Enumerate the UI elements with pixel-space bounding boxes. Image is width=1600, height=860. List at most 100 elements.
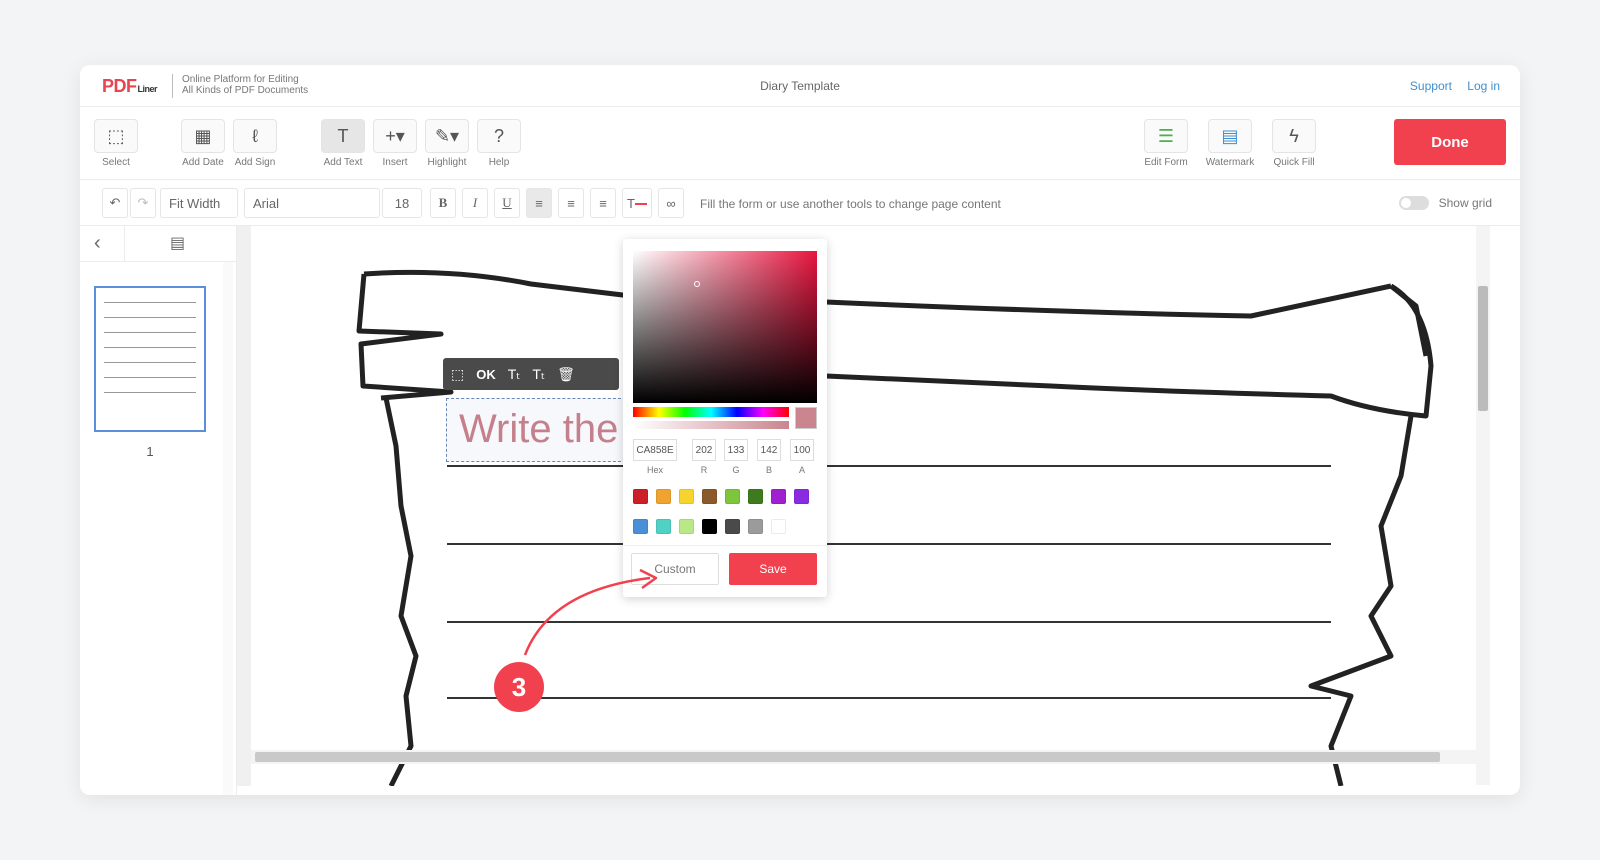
login-link[interactable]: Log in: [1467, 79, 1500, 93]
thumbnail-preview: [104, 302, 196, 407]
color-swatch[interactable]: [748, 519, 763, 534]
color-swatch[interactable]: [794, 489, 809, 504]
plus-dropdown-icon: +▾: [385, 125, 405, 146]
support-link[interactable]: Support: [1410, 79, 1452, 93]
undo-button[interactable]: ↶: [102, 188, 128, 218]
canvas-vertical-scrollbar[interactable]: [1476, 226, 1490, 785]
page-thumbnail[interactable]: [94, 286, 206, 432]
question-icon: ?: [493, 125, 504, 146]
thumbnail-scrollbar[interactable]: [223, 262, 233, 795]
r-input[interactable]: 202: [692, 439, 716, 461]
g-label: G: [732, 465, 740, 475]
hint-text: Fill the form or use another tools to ch…: [700, 197, 1001, 211]
text-field-content[interactable]: Write the t: [459, 407, 625, 452]
align-right-button[interactable]: ≡: [590, 188, 616, 218]
text-color-button[interactable]: T: [622, 188, 652, 218]
text-field[interactable]: Write the t: [446, 398, 626, 462]
watermark-tool[interactable]: ▤ Watermark: [1204, 119, 1256, 168]
color-swatch[interactable]: [702, 519, 717, 534]
header: PDFLiner Online Platform for Editing All…: [80, 65, 1520, 107]
b-label: B: [765, 465, 772, 475]
trash-icon[interactable]: 🗑: [557, 366, 575, 383]
b-input[interactable]: 142: [757, 439, 781, 461]
align-center-icon: ≡: [567, 195, 575, 211]
add-sign-tool[interactable]: ℓ Add Sign: [229, 119, 281, 168]
link-button[interactable]: ∞: [658, 188, 684, 218]
custom-button[interactable]: Custom: [631, 553, 719, 585]
signature-icon: ℓ: [252, 125, 258, 146]
highlighter-icon: ✎▾: [434, 125, 460, 146]
font-size-decrease-icon[interactable]: Tₜ: [532, 366, 545, 383]
add-text-tool[interactable]: T Add Text: [317, 119, 369, 168]
underline-button[interactable]: U: [494, 188, 520, 218]
font-select[interactable]: Arial: [244, 188, 380, 218]
font-size-increase-icon[interactable]: Tₜ: [508, 366, 521, 383]
chevron-left-icon[interactable]: ‹: [94, 232, 101, 255]
document-canvas[interactable]: [237, 226, 1477, 786]
color-swatch[interactable]: [679, 489, 694, 504]
color-swatch[interactable]: [656, 489, 671, 504]
zoom-select[interactable]: Fit Width: [160, 188, 238, 218]
watermark-icon: ▤: [1221, 125, 1239, 146]
scroll-thumb[interactable]: [255, 752, 1440, 762]
select-tool[interactable]: ⬚ Select: [90, 119, 142, 168]
page-number: 1: [146, 444, 154, 459]
cursor-icon: ⬚: [107, 125, 125, 146]
picker-divider: [623, 545, 827, 546]
app-window: PDFLiner Online Platform for Editing All…: [80, 65, 1520, 795]
highlight-tool[interactable]: ✎▾ Highlight: [421, 119, 473, 168]
page-thumbnails-panel: ‹ ▤ 1: [80, 226, 237, 795]
quick-fill-tool[interactable]: ϟ Quick Fill: [1268, 119, 1320, 168]
color-swatch[interactable]: [633, 489, 648, 504]
alpha-slider[interactable]: [633, 421, 789, 429]
color-swatch[interactable]: [725, 489, 740, 504]
main-toolbar: ⬚ Select ▦ Add Date ℓ Add Sign T Add Tex…: [80, 107, 1520, 180]
diary-page-drawing: [356, 269, 1434, 786]
done-button[interactable]: Done: [1394, 119, 1506, 165]
font-size-select[interactable]: 18: [382, 188, 422, 218]
scroll-thumb[interactable]: [1478, 286, 1488, 411]
color-picker-popup: CA858E Hex 202 R 133 G 142 B 100 A Custo…: [623, 239, 827, 597]
italic-button[interactable]: I: [462, 188, 488, 218]
help-tool[interactable]: ? Help: [473, 119, 525, 168]
save-button[interactable]: Save: [729, 553, 817, 585]
edit-form-tool[interactable]: ☰ Edit Form: [1140, 119, 1192, 168]
calendar-icon: ▦: [194, 125, 212, 146]
bold-button[interactable]: B: [430, 188, 456, 218]
hex-input[interactable]: CA858E: [633, 439, 677, 461]
add-date-tool[interactable]: ▦ Add Date: [177, 119, 229, 168]
panel-divider: [124, 226, 125, 262]
hue-slider[interactable]: [633, 407, 789, 417]
step-badge: 3: [494, 662, 544, 712]
redo-icon: ↷: [137, 195, 149, 210]
align-left-button[interactable]: ≡: [526, 188, 552, 218]
link-icon: ∞: [666, 195, 676, 211]
color-swatch[interactable]: [771, 519, 786, 534]
insert-tool[interactable]: +▾ Insert: [369, 119, 421, 168]
color-swatch[interactable]: [702, 489, 717, 504]
show-grid-label: Show grid: [1438, 196, 1492, 210]
canvas-horizontal-scrollbar[interactable]: [251, 750, 1477, 764]
ok-button[interactable]: OK: [476, 367, 496, 382]
saturation-handle[interactable]: [694, 281, 700, 287]
redo-button[interactable]: ↷: [130, 188, 156, 218]
pages-icon[interactable]: ▤: [170, 233, 185, 253]
color-swatch[interactable]: [656, 519, 671, 534]
grid-switch[interactable]: [1398, 196, 1429, 210]
align-center-button[interactable]: ≡: [558, 188, 584, 218]
a-input[interactable]: 100: [790, 439, 814, 461]
move-icon[interactable]: ⬚: [451, 366, 464, 383]
text-edit-toolbar: ⬚ OK Tₜ Tₜ 🗑: [443, 358, 619, 390]
color-swatches: [633, 489, 823, 549]
g-input[interactable]: 133: [724, 439, 748, 461]
color-swatch[interactable]: [725, 519, 740, 534]
saturation-area[interactable]: [633, 251, 817, 403]
align-right-icon: ≡: [599, 195, 607, 211]
form-icon: ☰: [1157, 125, 1175, 146]
show-grid-toggle[interactable]: Show grid: [1398, 196, 1492, 210]
color-swatch[interactable]: [679, 519, 694, 534]
panel-header: ‹ ▤: [80, 226, 236, 262]
color-swatch[interactable]: [771, 489, 786, 504]
color-swatch[interactable]: [748, 489, 763, 504]
color-swatch[interactable]: [633, 519, 648, 534]
